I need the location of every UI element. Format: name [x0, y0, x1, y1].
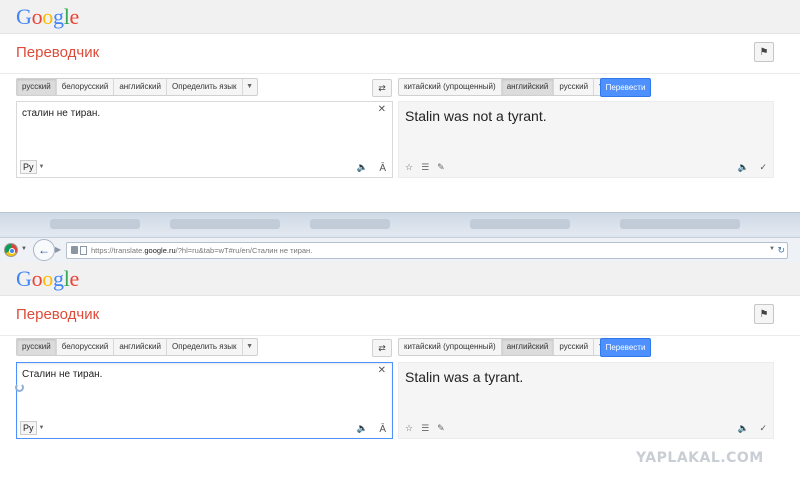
logo-letter: o — [31, 4, 43, 29]
source-language-bar: русский белорусский английский Определить я… — [16, 338, 258, 356]
browser-logo-icon[interactable] — [4, 243, 18, 257]
target-lang-tab[interactable]: английский — [501, 339, 555, 355]
clear-icon[interactable]: ✕ — [378, 104, 386, 115]
bookmark-icon[interactable]: ⚑ — [754, 304, 774, 324]
source-lang-tab[interactable]: русский — [17, 339, 57, 355]
back-arrow-icon[interactable]: ← — [33, 239, 55, 261]
pencil-icon[interactable]: ✎ — [437, 162, 445, 173]
list-icon[interactable]: ☰ — [421, 423, 429, 434]
source-text[interactable]: Сталин не тиран. — [22, 369, 102, 380]
google-bar: Google — [0, 0, 800, 34]
browser-tab[interactable] — [50, 219, 140, 229]
logo-letter: o — [31, 266, 43, 291]
source-lang-tab[interactable]: Определить язык — [167, 79, 243, 95]
source-language-bar: русский белорусский английский Определить я… — [16, 78, 258, 96]
top-translate-panel: Google Переводчик ⚑ русский белорусский ан… — [0, 0, 800, 212]
source-lang-tab[interactable]: белорусский — [57, 79, 115, 95]
target-lang-tab[interactable]: русский — [554, 339, 595, 355]
check-icon[interactable]: ✓ — [759, 162, 767, 173]
logo-letter: G — [16, 4, 32, 29]
check-icon[interactable]: ✓ — [759, 423, 767, 434]
address-bar[interactable]: https://translate.google.ru/?hl=ru&tab=w… — [66, 242, 788, 259]
translation-text: Stalin was not a tyrant. — [405, 108, 547, 124]
navigation-bar: ▼ ← ▶ https://translate.google.ru/?hl=ru… — [0, 237, 800, 263]
chevron-down-icon[interactable]: ▼ — [243, 79, 257, 95]
swap-languages-icon[interactable]: ⇄ — [372, 79, 392, 97]
url-text[interactable]: https://translate.google.ru/?hl=ru&tab=w… — [91, 246, 312, 255]
ime-label: Ру — [20, 421, 37, 435]
target-lang-tab[interactable]: русский — [554, 79, 595, 95]
browser-tab[interactable] — [310, 219, 390, 229]
logo-letter: o — [42, 4, 53, 29]
ime-label: Ру — [20, 160, 37, 174]
clear-icon[interactable]: ✕ — [378, 365, 386, 376]
watermark: YAPLAKAL.COM — [636, 450, 764, 466]
source-lang-tab[interactable]: белорусский — [57, 339, 115, 355]
list-icon[interactable]: ☰ — [421, 162, 429, 173]
lock-icon — [71, 246, 78, 254]
translate-button[interactable]: Перевести — [600, 338, 651, 357]
chevron-down-icon[interactable]: ▼ — [39, 164, 45, 170]
google-bar: Google — [0, 262, 800, 296]
pencil-icon[interactable]: ✎ — [437, 423, 445, 434]
source-text-area[interactable]: Сталин не тиран. ✕ Ру ▼ 🔈 Ā — [16, 362, 393, 439]
page-title: Переводчик — [16, 306, 100, 323]
source-lang-tab[interactable]: английский — [114, 79, 167, 95]
logo-letter: e — [69, 4, 80, 29]
logo-letter: o — [42, 266, 53, 291]
target-language-bar: китайский (упрощенный)английскийрусский▼ — [398, 78, 610, 96]
refresh-icon[interactable]: ↻ — [777, 245, 785, 256]
source-lang-tab[interactable]: русский — [17, 79, 57, 95]
google-logo[interactable]: Google — [16, 4, 79, 30]
browser-tab[interactable] — [170, 219, 280, 229]
speaker-icon[interactable]: 🔈 — [357, 162, 368, 173]
browser-tab[interactable] — [470, 219, 570, 229]
target-lang-tab[interactable]: английский — [501, 79, 555, 95]
chevron-down-icon[interactable]: ▼ — [243, 339, 257, 355]
source-lang-tab[interactable]: Определить язык — [167, 339, 243, 355]
browser-tab[interactable] — [620, 219, 740, 229]
target-lang-tab[interactable]: китайский (упрощенный) — [399, 339, 502, 355]
input-tools-button[interactable]: Ру ▼ — [20, 160, 44, 174]
speaker-icon[interactable]: 🔈 — [738, 423, 749, 434]
translate-button[interactable]: Перевести — [600, 78, 651, 97]
title-row: Переводчик ⚑ — [0, 34, 800, 74]
chevron-down-icon[interactable]: ▼ — [21, 246, 27, 252]
target-language-bar: китайский (упрощенный)английскийрусский▼ — [398, 338, 610, 356]
tab-strip — [0, 213, 800, 235]
translation-area: Stalin was not a tyrant. ☆ ☰ ✎ 🔈 ✓ — [398, 101, 774, 178]
star-icon[interactable]: ☆ — [405, 162, 413, 173]
translation-tools: ☆ ☰ ✎ — [405, 162, 445, 173]
translation-area: Stalin was a tyrant. ☆ ☰ ✎ 🔈 ✓ — [398, 362, 774, 439]
page-icon — [80, 246, 87, 255]
speaker-icon[interactable]: 🔈 — [357, 423, 368, 434]
target-lang-tab[interactable]: китайский (упрощенный) — [399, 79, 502, 95]
browser-chrome: ▼ ← ▶ https://translate.google.ru/?hl=ru… — [0, 212, 800, 263]
input-tools-button[interactable]: Ру ▼ — [20, 421, 44, 435]
title-row: Переводчик ⚑ — [0, 296, 800, 336]
chevron-down-icon[interactable]: ▼ — [39, 425, 45, 431]
logo-letter: G — [16, 266, 32, 291]
translation-tools: ☆ ☰ ✎ — [405, 423, 445, 434]
source-text-area[interactable]: сталин не тиран. ✕ Ру ▼ 🔈 Ā — [16, 101, 393, 178]
keyboard-icon[interactable]: Ā — [379, 163, 386, 174]
logo-letter: g — [53, 4, 64, 29]
forward-arrow-icon[interactable]: ▶ — [55, 245, 61, 254]
logo-letter: e — [69, 266, 80, 291]
page-title: Переводчик — [16, 44, 100, 61]
bookmark-icon[interactable]: ⚑ — [754, 42, 774, 62]
loading-cursor-icon — [15, 383, 24, 392]
source-lang-tab[interactable]: английский — [114, 339, 167, 355]
google-logo[interactable]: Google — [16, 266, 79, 292]
speaker-icon[interactable]: 🔈 — [738, 162, 749, 173]
star-icon[interactable]: ☆ — [405, 423, 413, 434]
swap-languages-icon[interactable]: ⇄ — [372, 339, 392, 357]
keyboard-icon[interactable]: Ā — [379, 424, 386, 435]
logo-letter: g — [53, 266, 64, 291]
source-text[interactable]: сталин не тиран. — [22, 108, 100, 119]
translation-text: Stalin was a tyrant. — [405, 369, 524, 385]
chevron-down-icon[interactable]: ▼ — [769, 246, 775, 252]
